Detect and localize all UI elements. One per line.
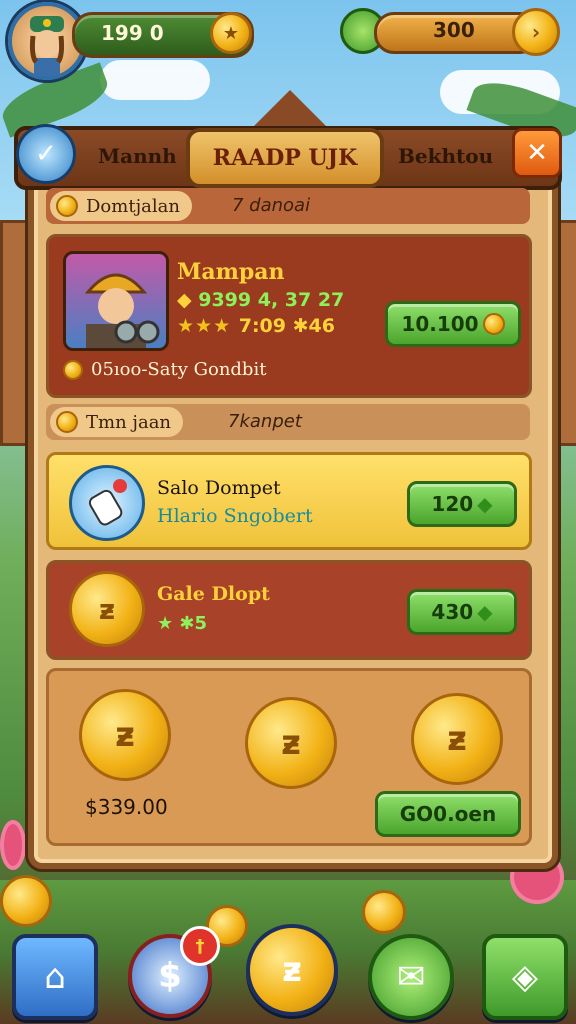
coin-icon: [56, 195, 78, 217]
coin-pack-card[interactable]: ƶ ƶ ƶ $339.00 GO0.oen: [46, 668, 532, 846]
gold-icon: ◆: [177, 289, 199, 311]
featured-footer-text: 05ıoo-Saty Gondbit: [91, 359, 267, 380]
section2-label: Tmn jaan: [86, 411, 172, 433]
flower: [0, 820, 26, 870]
checkmark-icon[interactable]: ✓: [16, 124, 76, 184]
featured-item-line2: ★★★ 7:09 ✱46: [177, 315, 335, 337]
tab-right[interactable]: Bekhtou: [398, 144, 493, 168]
house-icon: ⌂: [44, 957, 66, 997]
gem-icon: ◆: [477, 600, 493, 624]
item1-subtitle: Hlario Sngobert: [157, 505, 313, 527]
star-coin-icon[interactable]: ★: [210, 12, 252, 54]
notification-badge: †: [180, 926, 220, 966]
dollar-icon: $: [158, 956, 182, 996]
item-card-1[interactable]: Salo Dompet Hlario Sngobert 120 ◆: [46, 452, 532, 550]
buy-featured-button[interactable]: 10.100: [385, 301, 521, 347]
hud-right-value: 300: [433, 18, 475, 42]
item2-subtitle: ★ ✱5: [157, 613, 208, 634]
arrow-right-icon[interactable]: ›: [512, 8, 560, 56]
section1-label-wrap: Domtjalan: [50, 191, 192, 221]
coin-icon: ƶ: [79, 689, 171, 781]
coin-icon: [482, 313, 505, 335]
item1-price: 120: [431, 492, 474, 516]
featured-item-stat2: 7:09 ✱46: [238, 315, 335, 337]
featured-item-name: Mampan: [177, 259, 285, 285]
cloud: [100, 60, 210, 100]
nav-home-button[interactable]: ⌂: [12, 934, 98, 1020]
stars-icon: ★★★: [177, 315, 239, 337]
ticket-icon: ◈: [511, 957, 539, 997]
envelope-icon: ✉: [396, 957, 426, 997]
coin-icon: [63, 359, 83, 380]
item2-title: Gale Dlopt: [157, 583, 270, 605]
section2-right-text: 7kanpet: [228, 411, 302, 432]
featured-item-stat1: 9399 4, 37 27: [198, 289, 345, 311]
coin-icon: [56, 411, 78, 433]
hud-left-value: 199 0: [101, 21, 164, 45]
close-button[interactable]: ✕: [512, 128, 562, 178]
panel-title: RAADP UJK: [186, 128, 384, 188]
nav-message-button[interactable]: ✉: [368, 934, 454, 1020]
coin-icon: ƶ: [245, 697, 337, 789]
section1-label: Domtjalan: [86, 195, 180, 217]
close-icon: ✕: [526, 138, 548, 168]
nav-settings-button[interactable]: ◈: [482, 934, 568, 1020]
section2-bar: Tmn jaan 7kanpet: [46, 404, 530, 440]
potion-icon: [69, 465, 145, 541]
section1-right-text: 7 danoai: [232, 195, 311, 216]
featured-item-card[interactable]: Mampan ◆ 9399 4, 37 27 ★★★ 7:09 ✱46 10.1…: [46, 234, 532, 398]
item1-title: Salo Dompet: [157, 477, 281, 499]
character-portrait-icon: [63, 251, 169, 351]
coin-pack-button[interactable]: GO0.oen: [375, 791, 521, 837]
nav-shop-button[interactable]: ƶ: [246, 924, 338, 1016]
coin-stack-icon: [362, 890, 406, 934]
featured-footer: 05ıoo-Saty Gondbit: [63, 359, 266, 380]
buy-item2-button[interactable]: 430 ◆: [407, 589, 517, 635]
gem-icon: ◆: [477, 492, 493, 516]
coin-icon: ƶ: [282, 950, 302, 990]
coin-pack-price: $339.00: [85, 795, 168, 819]
coin-stack-icon: [0, 875, 52, 927]
coin-icon: ƶ: [69, 571, 145, 647]
featured-item-line1: ◆ 9399 4, 37 27: [177, 289, 344, 311]
section1-bar: Domtjalan 7 danoai: [46, 188, 530, 224]
item2-price: 430: [431, 600, 474, 624]
section2-label-wrap: Tmn jaan: [50, 407, 184, 437]
featured-price: 10.100: [401, 312, 479, 336]
buy-item1-button[interactable]: 120 ◆: [407, 481, 517, 527]
tab-left[interactable]: Mannh: [98, 144, 177, 168]
coin-icon: ƶ: [411, 693, 503, 785]
item-card-2[interactable]: ƶ Gale Dlopt ★ ✱5 430 ◆: [46, 560, 532, 660]
